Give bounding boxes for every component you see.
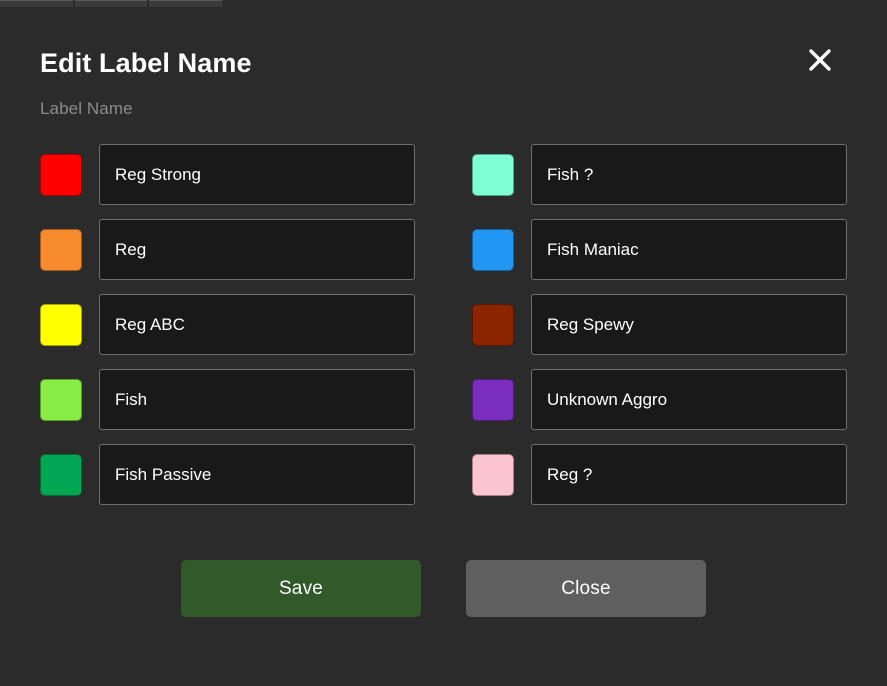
toolbar-button-2[interactable] (74, 0, 148, 7)
label-row (472, 216, 847, 283)
label-name-section-heading: Label Name (40, 99, 133, 118)
label-name-input[interactable] (99, 219, 415, 280)
color-swatch[interactable] (40, 453, 82, 496)
close-dialog-button[interactable]: Close (466, 560, 706, 617)
dialog-header: Edit Label Name (40, 9, 847, 95)
label-name-input[interactable] (531, 444, 847, 505)
color-swatch[interactable] (40, 228, 82, 271)
label-name-input[interactable] (99, 369, 415, 430)
color-swatch[interactable] (472, 303, 514, 346)
label-name-input[interactable] (531, 294, 847, 355)
label-name-input[interactable] (99, 144, 415, 205)
color-swatch[interactable] (40, 153, 82, 196)
label-name-input[interactable] (99, 444, 415, 505)
color-swatch[interactable] (40, 378, 82, 421)
label-row (40, 141, 415, 208)
label-row (472, 366, 847, 433)
page-title: Edit Label Name (40, 48, 252, 78)
color-swatch[interactable] (472, 228, 514, 271)
color-swatch[interactable] (472, 153, 514, 196)
top-toolbar-fragment (0, 0, 222, 7)
close-icon (806, 46, 834, 74)
toolbar-button-3[interactable] (149, 0, 222, 7)
label-name-input[interactable] (99, 294, 415, 355)
toolbar-button-1[interactable] (0, 0, 73, 7)
label-row (472, 441, 847, 508)
close-button[interactable] (803, 43, 837, 77)
color-swatch[interactable] (40, 303, 82, 346)
label-name-input[interactable] (531, 369, 847, 430)
save-button[interactable]: Save (181, 560, 421, 617)
color-swatch[interactable] (472, 378, 514, 421)
color-swatch[interactable] (472, 453, 514, 496)
label-row (40, 216, 415, 283)
label-list (40, 141, 847, 508)
label-name-input[interactable] (531, 144, 847, 205)
dialog-footer: Save Close (40, 560, 847, 617)
label-row (40, 441, 415, 508)
label-name-input[interactable] (531, 219, 847, 280)
edit-label-name-dialog: Edit Label Name Label Name Reg Strong Fi… (0, 9, 887, 686)
label-row (472, 291, 847, 358)
label-row (40, 366, 415, 433)
label-row (40, 291, 415, 358)
label-row (472, 141, 847, 208)
